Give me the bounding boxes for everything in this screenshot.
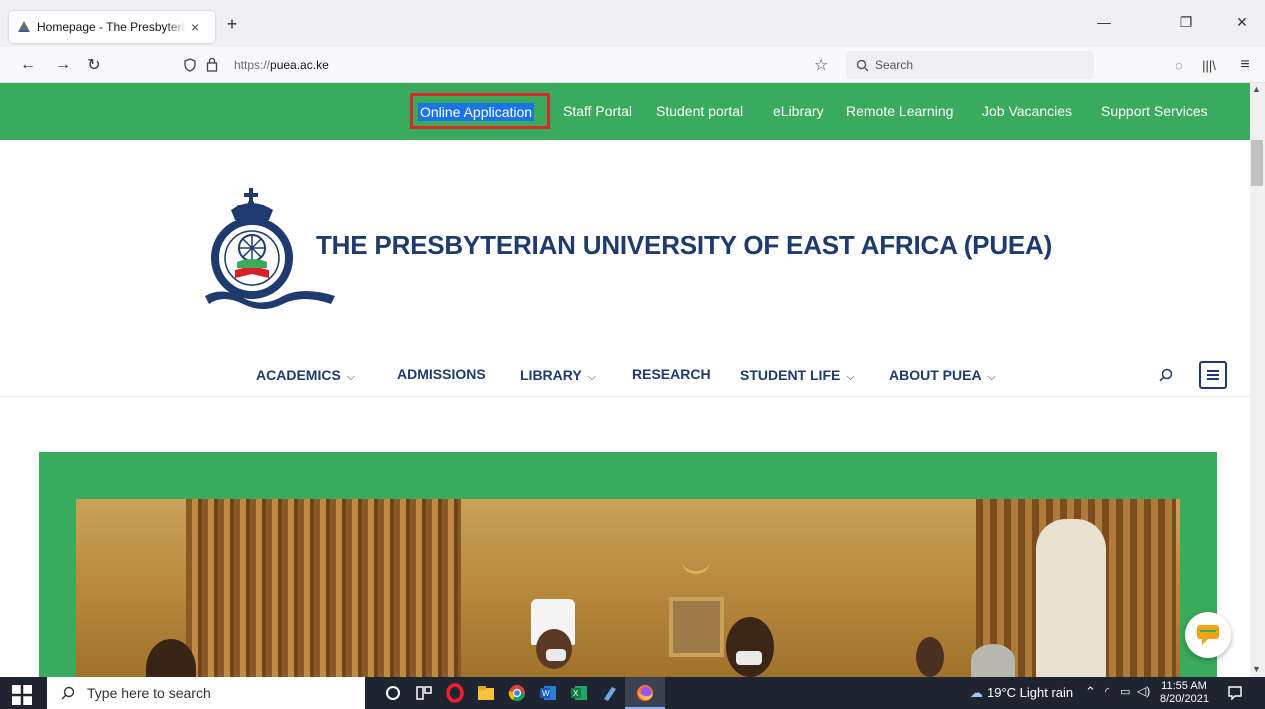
site-search-icon[interactable] (1159, 368, 1173, 382)
chevron-down-icon: ⌵ (346, 371, 356, 383)
chat-bubble-icon (1197, 625, 1219, 645)
notes-app-icon[interactable] (600, 683, 620, 703)
browser-tab-strip: Homepage - The Presbyterian U × + — ❐ ✕ (0, 0, 1265, 47)
network-icon[interactable]: ◜ (1105, 685, 1109, 698)
tray-chevron-up-icon[interactable]: ⌃ (1085, 684, 1096, 700)
task-view-icon[interactable] (414, 683, 434, 703)
menu-library[interactable]: LIBRARY ⌵ (520, 367, 596, 384)
taskbar-search-input[interactable]: Type here to search (47, 677, 365, 709)
back-icon[interactable]: ← (17, 54, 39, 76)
new-tab-button[interactable]: + (222, 14, 242, 35)
windows-start-icon[interactable] (12, 685, 32, 705)
svg-text:W: W (542, 689, 550, 698)
notifications-icon[interactable] (1228, 686, 1242, 700)
elibrary-link[interactable]: eLibrary (773, 103, 824, 119)
staff-portal-link[interactable]: Staff Portal (563, 103, 632, 119)
battery-icon[interactable]: ▭ (1120, 685, 1130, 698)
chat-widget-button[interactable] (1185, 612, 1231, 658)
browser-search-input[interactable]: Search (846, 51, 1094, 79)
menu-divider (0, 396, 1250, 397)
url-text: https://puea.ac.ke (234, 58, 329, 72)
scroll-up-icon[interactable]: ▲ (1252, 84, 1261, 94)
chevron-down-icon: ⌵ (846, 371, 855, 383)
job-vacancies-link[interactable]: Job Vacancies (982, 103, 1072, 119)
browser-toolbar: ← → ↻ https://puea.ac.ke ☆ Search ◌ |||\… (0, 47, 1265, 83)
site-title[interactable]: THE PRESBYTERIAN UNIVERSITY OF EAST AFRI… (316, 230, 1052, 261)
close-window-icon[interactable]: ✕ (1232, 14, 1252, 31)
chevron-down-icon: ⌵ (587, 371, 597, 383)
restore-icon[interactable]: ❐ (1176, 14, 1196, 31)
minimize-icon[interactable]: — (1094, 14, 1114, 30)
menu-academics[interactable]: ACADEMICS ⌵ (256, 367, 355, 384)
search-icon (61, 686, 75, 700)
menu-about-puea[interactable]: ABOUT PUEA ⌵ (889, 367, 996, 384)
pocket-icon[interactable]: ◌ (1168, 54, 1190, 76)
library-icon[interactable]: |||\ (1198, 54, 1220, 76)
word-icon[interactable]: W (538, 683, 558, 703)
site-top-bar: Online Application Staff Portal Student … (0, 83, 1250, 140)
menu-admissions[interactable]: ADMISSIONS (397, 366, 486, 382)
reload-icon[interactable]: ↻ (83, 54, 105, 76)
svg-text:X: X (573, 689, 579, 698)
remote-learning-link[interactable]: Remote Learning (846, 103, 953, 119)
university-favicon-icon (18, 21, 30, 32)
search-icon (856, 59, 869, 71)
shield-icon[interactable] (183, 58, 197, 72)
excel-icon[interactable]: X (569, 683, 589, 703)
browser-tab[interactable]: Homepage - The Presbyterian U × (9, 11, 215, 43)
weather-widget[interactable]: ☁ 19°C Light rain (970, 685, 1073, 701)
tab-title: Homepage - The Presbyterian U (37, 20, 187, 34)
scroll-down-icon[interactable]: ▼ (1252, 664, 1261, 674)
system-clock[interactable]: 11:55 AM 8/20/2021 (1160, 680, 1209, 706)
menu-research[interactable]: RESEARCH (632, 366, 711, 382)
scrollbar-thumb[interactable] (1251, 140, 1263, 186)
support-services-link[interactable]: Support Services (1101, 103, 1208, 119)
windows-taskbar: Type here to search W X ☁ 19°C Light rain… (0, 677, 1265, 709)
menu-student-life[interactable]: STUDENT LIFE ⌵ (740, 367, 855, 384)
url-bar[interactable]: https://puea.ac.ke ☆ (176, 51, 840, 79)
student-portal-link[interactable]: Student portal (656, 103, 743, 119)
tab-close-icon[interactable]: × (191, 19, 199, 35)
hamburger-menu-icon[interactable] (1199, 361, 1227, 389)
chrome-icon[interactable] (507, 683, 527, 703)
opera-icon[interactable] (445, 683, 465, 703)
cortana-icon[interactable] (383, 683, 403, 703)
cloud-rain-icon: ☁ (970, 685, 983, 700)
chevron-down-icon: ⌵ (987, 371, 996, 383)
online-application-link[interactable]: Online Application (410, 93, 550, 129)
file-explorer-icon[interactable] (476, 683, 496, 703)
lock-icon[interactable] (206, 57, 218, 72)
volume-icon[interactable]: ◁) (1137, 684, 1150, 698)
forward-icon[interactable]: → (52, 54, 74, 76)
bookmark-star-icon[interactable]: ☆ (814, 55, 828, 75)
menu-icon[interactable]: ≡ (1234, 54, 1256, 76)
hero-photo (76, 499, 1180, 677)
firefox-taskbar-button[interactable] (625, 677, 665, 709)
firefox-icon (637, 685, 653, 701)
